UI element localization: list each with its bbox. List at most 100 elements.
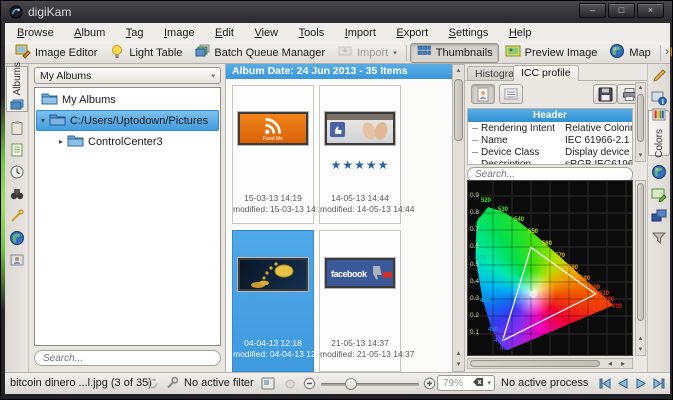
icc-row-description[interactable]: Description sRGB IEC61966-2.1 [468, 158, 632, 165]
go-first-icon[interactable] [597, 377, 613, 393]
chevron-down-icon[interactable]: ▾ [487, 379, 491, 387]
album-icon-view: Album Date: 24 Jun 2013 - 35 Items Feed … [226, 64, 465, 372]
toolbar-overflow-button[interactable]: › [665, 46, 669, 58]
tree-item-my-albums[interactable]: My Albums [35, 90, 220, 109]
zoom-out-icon[interactable] [303, 377, 316, 393]
scroll-up-icon[interactable]: ▴ [453, 349, 464, 359]
fit-window-icon[interactable] [261, 377, 275, 393]
album-view-scrollbar[interactable]: ▴ ▴ ▾ [452, 64, 465, 372]
refresh-icon[interactable] [146, 377, 159, 393]
zoom-100-icon[interactable] [285, 379, 295, 392]
scroll-up-icon[interactable]: ▴ [453, 66, 464, 76]
versions-icon[interactable] [651, 208, 667, 224]
globe-icon[interactable] [9, 230, 25, 246]
tab-label: Albums [11, 61, 23, 96]
binoculars-icon[interactable] [9, 186, 25, 202]
menu-import[interactable]: Import [337, 24, 384, 41]
wrench-icon[interactable] [165, 376, 179, 393]
metadata-icon[interactable] [651, 90, 667, 106]
clock-icon[interactable] [9, 164, 25, 180]
menu-settings[interactable]: Settings [441, 24, 497, 41]
icc-row-device-class[interactable]: Device Class Display device [468, 146, 632, 158]
scroll-right-icon[interactable]: ▸ [621, 358, 625, 369]
clipboard-icon[interactable] [9, 120, 25, 136]
slider-track[interactable] [321, 383, 419, 386]
save-button[interactable] [593, 84, 617, 104]
icc-table-scrollbar[interactable]: ▴ ▾ [635, 82, 646, 162]
filters-icon[interactable] [651, 230, 667, 246]
expand-arrow-icon[interactable]: ▸ [55, 137, 67, 146]
pencil-icon[interactable] [651, 68, 667, 84]
sidebar-tab-albums[interactable]: Albums [6, 62, 28, 112]
y-axis-tick: 0.8 [470, 209, 480, 216]
thumbnail-card-4[interactable]: facebook 21-05-13 14:37 modified: 21-05-… [319, 230, 415, 372]
menu-view[interactable]: View [246, 24, 286, 41]
menu-image[interactable]: Image [156, 24, 203, 41]
go-previous-icon[interactable] [615, 377, 631, 393]
magic-wand-icon[interactable] [9, 208, 25, 224]
scroll-down-icon[interactable]: ▾ [636, 151, 645, 161]
go-last-icon[interactable] [651, 377, 667, 393]
slider-thumb[interactable] [345, 378, 357, 390]
icc-row-name[interactable]: Name IEC 61966-2.1 Defa [468, 134, 632, 146]
icc-row-rendering-intent[interactable]: Rendering Intent Relative Colorimet [468, 122, 632, 134]
menu-album[interactable]: Album [66, 24, 113, 41]
portrait-view-button[interactable] [471, 84, 495, 104]
wavelength-label: 540 [514, 217, 525, 223]
icc-value: sRGB IEC61966-2.1 [565, 158, 632, 165]
rating-stars[interactable]: ★★★★★ [320, 158, 400, 172]
map-button[interactable]: Map [603, 43, 656, 63]
thumbnail-card-2[interactable]: ★★★★★ 14-05-13 14:44 modified: 14-05-13 … [319, 85, 415, 224]
maximize-button[interactable]: □ [608, 3, 635, 18]
cie-vertical-scrollbar[interactable]: ▴ ▾ [635, 180, 646, 356]
wavelength-label: 700 [612, 304, 623, 310]
image-editor-button[interactable]: Image Editor [9, 43, 103, 63]
captions-icon[interactable] [651, 186, 667, 203]
thumbnail-card-1[interactable]: Feed Me 15-03-13 14:19 modified: 15-03-1… [232, 85, 328, 224]
thumbnail-size-slider[interactable] [321, 373, 419, 395]
rss-feed-thumbnail: Feed Me [238, 112, 308, 145]
scroll-left-icon[interactable]: ◂ [608, 358, 612, 369]
light-table-button[interactable]: Light Table [103, 43, 188, 63]
menu-browse[interactable]: Browse [9, 24, 62, 41]
close-button[interactable]: × [637, 3, 664, 18]
button-label: Import [357, 46, 389, 59]
globe-icon[interactable] [651, 164, 667, 180]
tab-icc-profile[interactable]: ICC profile [513, 65, 579, 81]
list-view-button[interactable] [499, 84, 523, 104]
scroll-down-icon[interactable]: ▾ [453, 360, 464, 370]
scrollbar-thumb[interactable] [637, 183, 644, 321]
zoom-in-icon[interactable] [423, 377, 436, 393]
go-next-icon[interactable] [633, 377, 649, 393]
scrollbar-thumb[interactable] [637, 94, 644, 142]
menu-help[interactable]: Help [501, 24, 540, 41]
people-icon[interactable] [9, 252, 25, 268]
scroll-up-icon[interactable]: ▴ [636, 83, 645, 93]
scroll-up-icon[interactable]: ▴ [636, 334, 645, 344]
tree-item-pictures[interactable]: ▾ C:/Users/Uptodown/Pictures [36, 110, 219, 131]
cie-horizontal-scrollbar[interactable]: ◂ ▸ [467, 358, 633, 369]
thumbnail-modified-date: modified: 04-04-13 12:18 [233, 349, 328, 359]
scrollbar-thumb[interactable] [470, 360, 600, 367]
sidebar-tab-colors[interactable]: Colors [648, 108, 670, 158]
clear-icon[interactable] [472, 377, 484, 390]
import-button[interactable]: Import ▾ [331, 43, 403, 63]
notes-icon[interactable] [9, 142, 25, 158]
menu-edit[interactable]: Edit [207, 24, 242, 41]
chevron-down-icon: ▾ [393, 49, 397, 57]
albums-search-input[interactable] [34, 350, 221, 366]
thumbnail-card-3-selected[interactable]: 04-04-13 12:18 modified: 04-04-13 12:18 [232, 230, 328, 372]
collapse-arrow-icon[interactable]: ▾ [37, 116, 49, 125]
zoom-level-combobox[interactable]: 79% ▾ [437, 375, 495, 391]
scrollbar-thumb[interactable] [454, 79, 463, 141]
tree-item-controlcenter3[interactable]: ▸ ControlCenter3 [35, 132, 220, 151]
thumbnails-button[interactable]: Thumbnails [409, 42, 499, 63]
menu-tools[interactable]: Tools [291, 24, 333, 41]
menu-tag[interactable]: Tag [118, 24, 152, 41]
albums-view-combobox[interactable]: My Albums ▾ [34, 67, 221, 84]
batch-queue-manager-button[interactable]: Batch Queue Manager [188, 43, 331, 63]
minimize-button[interactable]: – [579, 3, 606, 18]
preview-image-button[interactable]: Preview Image [499, 43, 604, 63]
scroll-down-icon[interactable]: ▾ [636, 345, 645, 355]
menu-export[interactable]: Export [388, 24, 436, 41]
